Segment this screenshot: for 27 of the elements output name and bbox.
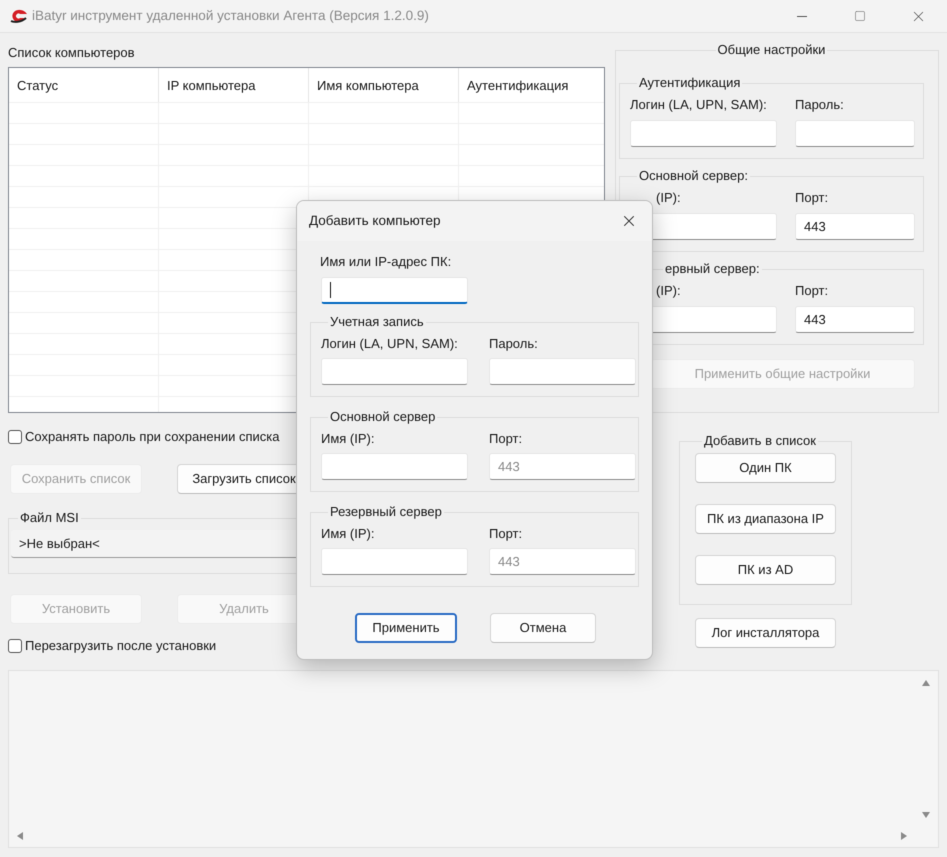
group-title: Добавить в список (704, 433, 816, 448)
field-label: Порт: (795, 283, 830, 299)
field-label: Порт: (795, 190, 830, 206)
field-label: Порт: (489, 526, 524, 542)
checkbox-label: Перезагрузить после установки (25, 637, 216, 656)
field-label: Имя (IP): (321, 431, 376, 447)
dialog-title: Добавить компьютер (309, 212, 440, 230)
group-title: Файл MSI (20, 510, 79, 525)
field-label: Порт: (489, 431, 524, 447)
group-title: Резервный сервер (330, 504, 442, 519)
field-label: (IP): (656, 283, 682, 299)
group-title: Учетная запись (330, 314, 424, 329)
checkbox-label: Сохранять пароль при сохранении списка (25, 428, 280, 446)
field-label: (IP): (656, 190, 682, 206)
field-label: Пароль: (795, 97, 845, 113)
field-label: Логин (LA, UPN, SAM): (630, 97, 768, 113)
field-label: Имя (IP): (321, 526, 376, 542)
group-title: Общие настройки (718, 42, 826, 57)
group-title: Основной сервер (330, 409, 436, 424)
group-title: Аутентификация (639, 75, 740, 90)
group-title: ервный сервер: (665, 261, 760, 276)
window-title: iBatyr инструмент удаленной установки Агента (Версия 1.2.0.9) (32, 6, 429, 25)
list-label: Список компьютеров (8, 45, 136, 61)
field-label: Логин (LA, UPN, SAM): (321, 336, 459, 352)
field-label: Имя или IP-адрес ПК: (320, 254, 452, 270)
group-title: Основной сервер: (639, 168, 748, 183)
field-label: Пароль: (489, 336, 539, 352)
